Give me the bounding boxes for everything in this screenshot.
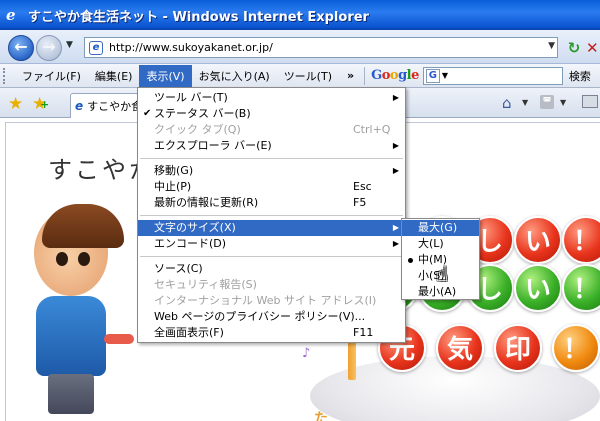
view-menu-stop[interactable]: 中止(P) Esc <box>138 179 405 195</box>
menu-file[interactable]: ファイル(F) <box>15 65 88 87</box>
title-bar: e すこやか食生活ネット - Windows Internet Explorer <box>0 0 600 30</box>
toy-plane <box>104 334 134 344</box>
home-icon[interactable]: ⌂ <box>502 94 512 112</box>
menu-favorites[interactable]: お気に入り(A) <box>192 65 277 87</box>
menu-separator <box>140 256 403 257</box>
view-menu-refresh[interactable]: 最新の情報に更新(R) F5 <box>138 195 405 211</box>
view-menu-privacy-policy[interactable]: Web ページのプライバシー ポリシー(V)... <box>138 309 405 325</box>
menu-bar: ファイル(F) 編集(E) 表示(V) お気に入り(A) ツール(T) » Go… <box>0 64 600 88</box>
address-bar[interactable]: e http://www.sukoyakanet.or.jp/ ▼ <box>84 37 558 58</box>
google-search-input[interactable]: G ▼ <box>422 66 563 85</box>
view-menu-explorerbar[interactable]: エクスプローラ バー(E) ▶ <box>138 138 405 154</box>
music-note-icon: ♪ <box>302 346 311 361</box>
candle-illustration <box>348 340 356 380</box>
refresh-button[interactable]: ↻ <box>564 38 584 58</box>
ball-letter: い <box>514 216 562 264</box>
submenu-arrow-icon: ▶ <box>392 141 399 150</box>
google-search-button[interactable]: 検索 <box>569 68 591 84</box>
google-g-icon[interactable]: G <box>425 68 440 83</box>
character-illustration <box>22 204 124 421</box>
view-menu: ツール バー(T) ▶ ✔ ステータス バー(B) クイック タブ(Q) Ctr… <box>137 87 406 343</box>
print-icon[interactable] <box>582 95 598 108</box>
view-menu-intl-address: インターナショナル Web サイト アドレス(I) <box>154 294 377 307</box>
favorites-star-icon[interactable]: ★ <box>8 94 23 114</box>
tab-active[interactable]: e すこやか食 <box>70 93 142 118</box>
tab-page-icon: e <box>75 99 84 113</box>
ball-letter: ！ <box>552 324 600 372</box>
google-logo: Google <box>371 68 419 83</box>
character-legs <box>48 374 94 414</box>
ball-letter: い <box>514 264 562 312</box>
character-body <box>36 296 106 376</box>
submenu-arrow-icon: ▶ <box>392 239 399 248</box>
submenu-arrow-icon: ▶ <box>392 166 399 175</box>
bottom-glyph: た <box>314 411 328 421</box>
ball-letter: 印 <box>494 324 542 372</box>
view-menu-quicktabs: クイック タブ(Q) Ctrl+Q <box>154 123 391 136</box>
home-dropdown-icon[interactable]: ▼ <box>522 98 528 107</box>
check-icon: ✔ <box>143 108 152 119</box>
menu-separator <box>140 215 403 216</box>
page-icon: e <box>89 40 103 55</box>
submenu-arrow-icon: ▶ <box>392 93 399 102</box>
toolbar-grip[interactable] <box>3 67 9 84</box>
view-menu-goto[interactable]: 移動(G) ▶ <box>138 163 405 179</box>
menu-tools[interactable]: ツール(T) <box>277 65 339 87</box>
stop-button[interactable]: ✕ <box>586 38 600 58</box>
menu-edit[interactable]: 編集(E) <box>88 65 140 87</box>
view-menu-encoding[interactable]: エンコード(D) ▶ <box>138 236 405 252</box>
recent-pages-dropdown-icon[interactable]: ▼ <box>66 40 73 50</box>
navigation-bar: ← → ▼ e http://www.sukoyakanet.or.jp/ ▼ … <box>0 30 600 64</box>
google-dropdown-icon[interactable]: ▼ <box>442 71 448 80</box>
menu-view[interactable]: 表示(V) <box>139 64 192 87</box>
menu-separator <box>140 158 403 159</box>
hand-cursor-icon: ☝ <box>436 262 449 286</box>
character-head <box>34 204 124 296</box>
selected-bullet-icon <box>408 258 413 263</box>
url-field[interactable]: http://www.sukoyakanet.or.jp/ <box>109 41 273 54</box>
view-menu-statusbar[interactable]: ✔ ステータス バー(B) <box>138 106 405 122</box>
rss-feed-icon[interactable]: ◚ <box>540 95 554 109</box>
add-favorites-icon[interactable]: ★ <box>32 94 50 114</box>
ball-letter: 気 <box>436 324 484 372</box>
menu-overflow-chevron[interactable]: » <box>347 69 354 82</box>
view-menu-security-report: セキュリティ報告(S) <box>154 278 257 291</box>
view-menu-source[interactable]: ソース(C) <box>138 261 405 277</box>
text-size-larger[interactable]: 大(L) <box>402 236 479 252</box>
text-size-menu: 最大(G) 大(L) 中(M) 小(S) 最小(A) <box>401 218 480 300</box>
view-menu-toolbars[interactable]: ツール バー(T) ▶ <box>138 90 405 106</box>
tab-label: すこやか食 <box>87 100 142 113</box>
forward-button[interactable]: → <box>36 35 62 61</box>
text-size-largest[interactable]: 最大(G) <box>402 220 479 236</box>
address-dropdown-icon[interactable]: ▼ <box>548 41 555 51</box>
toolbar-separator <box>364 66 366 85</box>
view-menu-fullscreen[interactable]: 全画面表示(F) F11 <box>138 325 405 341</box>
window-title: すこやか食生活ネット - Windows Internet Explorer <box>28 9 369 25</box>
rss-dropdown-icon[interactable]: ▼ <box>560 98 566 107</box>
back-button[interactable]: ← <box>8 35 34 61</box>
ie-icon: e <box>6 6 16 24</box>
view-menu-textsize[interactable]: 文字のサイズ(X) ▶ <box>138 220 405 236</box>
submenu-arrow-icon: ▶ <box>392 223 399 232</box>
text-size-smallest[interactable]: 最小(A) <box>402 284 479 300</box>
